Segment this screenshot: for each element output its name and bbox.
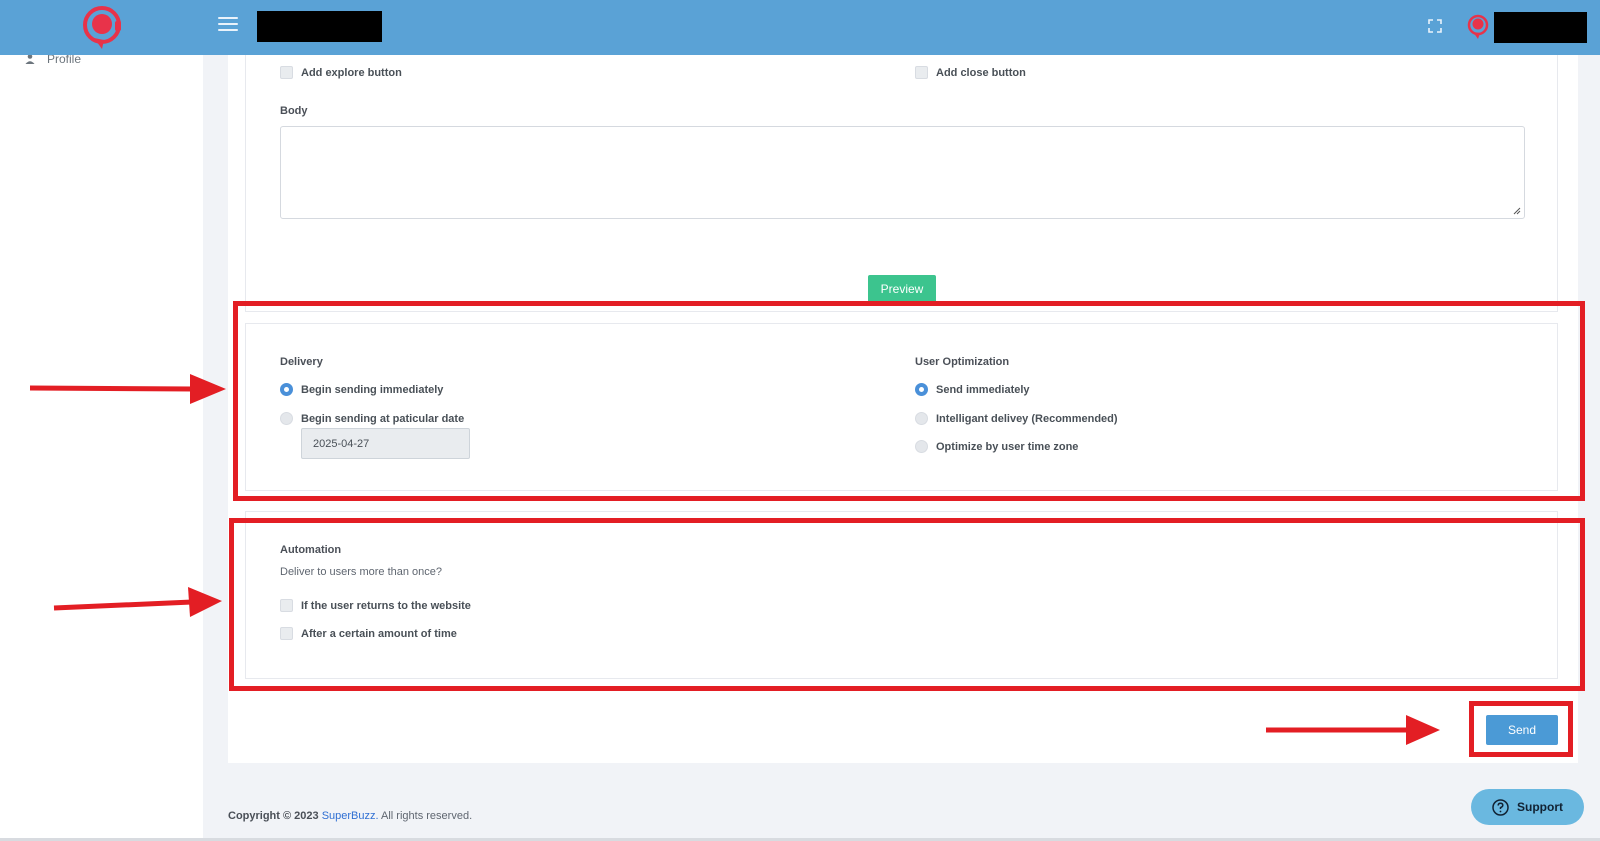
add-explore-button-label: Add explore button: [301, 66, 402, 79]
certain-time-checkbox[interactable]: After a certain amount of time: [280, 627, 457, 640]
resize-grip-icon[interactable]: [1513, 207, 1521, 215]
begin-sending-at-date-label: Begin sending at paticular date: [301, 412, 465, 425]
radio-dot[interactable]: [915, 412, 928, 425]
checkbox-box[interactable]: [280, 627, 293, 640]
fullscreen-icon[interactable]: [1428, 19, 1442, 33]
sidebar: Profile: [0, 52, 203, 841]
user-optimization-title: User Optimization: [915, 356, 1010, 368]
hamburger-menu-icon[interactable]: [218, 17, 238, 33]
add-explore-button-checkbox[interactable]: Add explore button: [280, 66, 402, 79]
checkbox-box[interactable]: [280, 66, 293, 79]
radio-dot[interactable]: [915, 383, 928, 396]
main-content: Add explore button Add close button Body…: [228, 53, 1578, 763]
radio-dot[interactable]: [915, 440, 928, 453]
user-returns-checkbox[interactable]: If the user returns to the website: [280, 599, 471, 612]
annotation-arrow-icon: [1266, 715, 1440, 745]
delivery-title: Delivery: [280, 356, 323, 368]
radio-dot[interactable]: [280, 383, 293, 396]
delivery-card: Delivery Begin sending immediately Begin…: [245, 323, 1558, 491]
checkbox-box[interactable]: [280, 599, 293, 612]
question-circle-icon: [1492, 798, 1509, 816]
automation-title: Automation: [280, 544, 342, 556]
support-label: Support: [1517, 800, 1563, 814]
send-immediately-label: Send immediately: [936, 383, 1030, 396]
annotation-arrow-icon: [53, 587, 222, 617]
intelligent-delivery-label: Intelligant delivey (Recommended): [936, 412, 1118, 425]
add-close-button-label: Add close button: [936, 66, 1026, 79]
body-textarea[interactable]: [280, 126, 1525, 219]
redacted-username: [1494, 12, 1587, 43]
optimize-time-zone-label: Optimize by user time zone: [936, 440, 1079, 453]
begin-sending-immediately-label: Begin sending immediately: [301, 383, 444, 396]
user-returns-label: If the user returns to the website: [301, 599, 471, 612]
send-button[interactable]: Send: [1486, 715, 1558, 745]
content-card: Add explore button Add close button Body: [245, 53, 1558, 312]
headset-logo-icon[interactable]: [80, 4, 124, 50]
preview-button[interactable]: Preview: [868, 275, 936, 303]
add-close-button-checkbox[interactable]: Add close button: [915, 66, 1026, 79]
checkbox-box[interactable]: [915, 66, 928, 79]
footer-copyright: Copyright © 2023 SuperBuzz. All rights r…: [228, 810, 472, 822]
date-input[interactable]: [301, 428, 470, 459]
person-icon: [25, 54, 35, 64]
body-label: Body: [280, 105, 308, 117]
copyright-suffix: All rights reserved.: [381, 810, 473, 822]
copyright-prefix: Copyright © 2023: [228, 810, 319, 822]
certain-time-label: After a certain amount of time: [301, 627, 457, 640]
top-header: [0, 0, 1600, 55]
intelligent-delivery-radio[interactable]: Intelligant delivey (Recommended): [915, 412, 1118, 425]
annotation-arrow-icon: [29, 374, 226, 404]
support-button[interactable]: Support: [1471, 789, 1584, 825]
optimize-time-zone-radio[interactable]: Optimize by user time zone: [915, 440, 1078, 453]
automation-subtitle: Deliver to users more than once?: [280, 566, 443, 578]
begin-sending-at-date-radio[interactable]: Begin sending at paticular date: [280, 412, 464, 425]
divider: [244, 686, 1562, 687]
redacted-block: [257, 11, 382, 42]
brand-link[interactable]: SuperBuzz.: [322, 810, 379, 822]
user-avatar-icon[interactable]: [1467, 14, 1491, 40]
radio-dot[interactable]: [280, 412, 293, 425]
begin-sending-immediately-radio[interactable]: Begin sending immediately: [280, 383, 443, 396]
automation-card: Automation Deliver to users more than on…: [245, 511, 1558, 679]
send-immediately-radio[interactable]: Send immediately: [915, 383, 1030, 396]
